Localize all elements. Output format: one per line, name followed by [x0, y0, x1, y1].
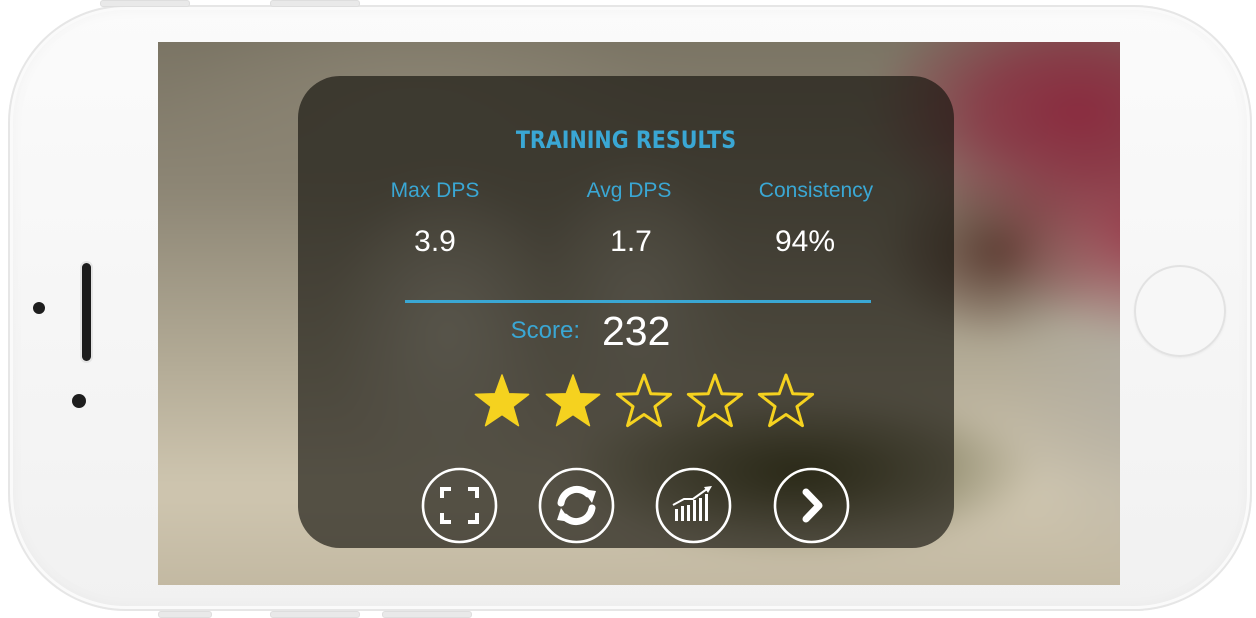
- score-label: Score:: [510, 317, 580, 344]
- side-button: [100, 0, 190, 7]
- front-camera: [33, 302, 45, 314]
- star-empty-icon: [615, 373, 673, 428]
- star-empty-icon: [757, 373, 815, 428]
- refresh-button[interactable]: [538, 467, 615, 544]
- earpiece-speaker: [82, 263, 91, 361]
- screen: TRAINING RESULTS Max DPS Avg DPS Consist…: [158, 42, 1120, 585]
- side-button: [270, 0, 360, 7]
- star-empty-icon: [686, 373, 744, 428]
- star-filled-icon: [474, 374, 530, 427]
- stat-label-max-dps: Max DPS: [390, 179, 480, 202]
- fullscreen-icon: [421, 467, 498, 544]
- training-results-panel: TRAINING RESULTS Max DPS Avg DPS Consist…: [298, 76, 954, 548]
- side-button: [382, 611, 472, 618]
- side-button: [270, 611, 360, 618]
- refresh-icon: [538, 467, 615, 544]
- fullscreen-button[interactable]: [421, 467, 498, 544]
- stats-button[interactable]: [655, 467, 732, 544]
- panel-title: TRAINING RESULTS: [515, 126, 737, 154]
- proximity-sensor: [72, 394, 86, 408]
- home-button[interactable]: [1134, 265, 1226, 357]
- phone-frame: TRAINING RESULTS Max DPS Avg DPS Consist…: [8, 0, 1252, 618]
- chevron-right-icon: [773, 467, 850, 544]
- next-button[interactable]: [773, 467, 850, 544]
- side-button: [158, 611, 212, 618]
- score-value: 232: [602, 308, 671, 354]
- star-filled-icon: [545, 374, 601, 427]
- bar-chart-icon: [655, 467, 732, 544]
- divider: [405, 300, 871, 303]
- stat-value-consistency: 94%: [774, 225, 836, 258]
- stat-label-avg-dps: Avg DPS: [586, 179, 672, 202]
- stat-value-max-dps: 3.9: [414, 225, 456, 258]
- stat-value-avg-dps: 1.7: [610, 225, 652, 258]
- stat-label-consistency: Consistency: [758, 179, 874, 202]
